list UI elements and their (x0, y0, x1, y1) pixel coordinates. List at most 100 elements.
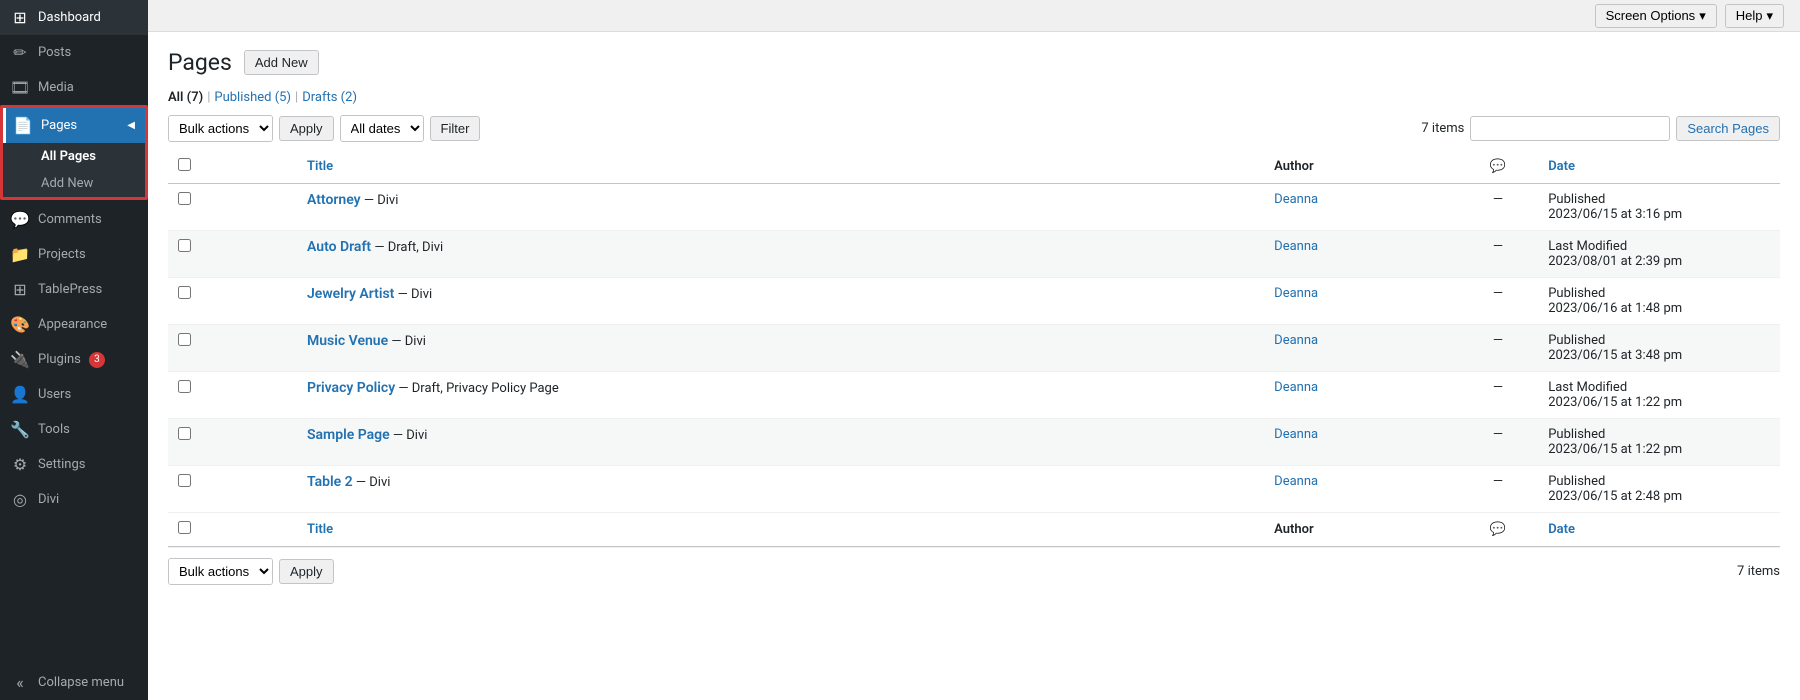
table-row: Sample Page — Divi Deanna — Published 20… (168, 418, 1780, 465)
table-row: Jewelry Artist — Divi Deanna — Published… (168, 277, 1780, 324)
footer-date-link[interactable]: Date (1548, 522, 1575, 537)
sidebar-item-divi[interactable]: ◎ Divi (0, 482, 148, 517)
row-author-link[interactable]: Deanna (1274, 333, 1318, 348)
footer-checkbox-col (168, 512, 297, 546)
row-page-title[interactable]: Privacy Policy (307, 380, 395, 396)
row-author-link[interactable]: Deanna (1274, 192, 1318, 207)
row-comments-cell: — (1458, 418, 1539, 465)
sidebar-item-pages[interactable]: 📄 Pages ◀ (3, 108, 145, 143)
sidebar-item-tools[interactable]: 🔧 Tools (0, 412, 148, 447)
date-sort-link[interactable]: Date (1548, 159, 1575, 174)
table-header-row: Title Author 💬 Date (168, 150, 1780, 184)
users-icon: 👤 (10, 385, 30, 404)
row-author-link[interactable]: Deanna (1274, 380, 1318, 395)
row-checkbox[interactable] (178, 239, 191, 252)
row-date-status: Published (1548, 474, 1605, 489)
row-comments-cell: — (1458, 277, 1539, 324)
sidebar-item-label: Posts (38, 45, 71, 60)
header-date-col[interactable]: Date (1538, 150, 1780, 184)
select-all-checkbox[interactable] (178, 158, 191, 171)
sidebar-item-label: Plugins (38, 352, 81, 367)
sidebar-item-comments[interactable]: 💬 Comments (0, 202, 148, 237)
row-page-title[interactable]: Sample Page (307, 427, 390, 443)
screen-options-chevron-icon: ▾ (1699, 8, 1706, 24)
row-date-status: Published (1548, 427, 1605, 442)
row-author-cell: Deanna (1264, 418, 1457, 465)
sidebar-item-collapse[interactable]: « Collapse menu (0, 665, 148, 700)
row-author-cell: Deanna (1264, 324, 1457, 371)
bulk-actions-select[interactable]: Bulk actions (169, 116, 272, 141)
pages-nav-group: 📄 Pages ◀ All Pages Add New (0, 105, 148, 200)
row-checkbox-cell (168, 418, 297, 465)
pages-icon: 📄 (13, 116, 33, 135)
help-button[interactable]: Help ▾ (1725, 4, 1784, 28)
sidebar-item-users[interactable]: 👤 Users (0, 377, 148, 412)
sidebar-item-settings[interactable]: ⚙ Settings (0, 447, 148, 482)
filter-drafts[interactable]: Drafts (2) (302, 90, 357, 105)
dashboard-icon: ⊞ (10, 8, 30, 27)
row-comments-cell: — (1458, 183, 1539, 230)
help-label: Help (1736, 8, 1763, 23)
row-comments-value: — (1468, 380, 1529, 395)
drafts-count: 2 (345, 90, 352, 105)
row-checkbox[interactable] (178, 286, 191, 299)
sidebar-item-plugins[interactable]: 🔌 Plugins 3 (0, 342, 148, 377)
row-checkbox[interactable] (178, 192, 191, 205)
sidebar-item-posts[interactable]: ✏ Posts (0, 35, 148, 70)
search-input[interactable] (1470, 116, 1670, 141)
row-author-link[interactable]: Deanna (1274, 474, 1318, 489)
row-comments-cell: — (1458, 371, 1539, 418)
add-new-button[interactable]: Add New (244, 50, 319, 75)
sidebar-item-projects[interactable]: 📁 Projects (0, 237, 148, 272)
row-checkbox[interactable] (178, 333, 191, 346)
dates-filter-select[interactable]: All dates (340, 115, 424, 142)
sidebar-item-dashboard[interactable]: ⊞ Dashboard (0, 0, 148, 35)
sidebar-item-appearance[interactable]: 🎨 Appearance (0, 307, 148, 342)
filter-button-top[interactable]: Filter (430, 116, 481, 141)
sidebar-subitem-add-new[interactable]: Add New (3, 170, 145, 197)
sidebar-item-tablepress[interactable]: ⊞ TablePress (0, 272, 148, 307)
row-title-cell: Attorney — Divi (297, 183, 1264, 230)
row-author-cell: Deanna (1264, 277, 1457, 324)
row-title-cell: Table 2 — Divi (297, 465, 1264, 512)
title-sort-link[interactable]: Title (307, 159, 333, 174)
row-page-title[interactable]: Auto Draft (307, 239, 371, 255)
select-all-footer-checkbox[interactable] (178, 521, 191, 534)
bulk-actions-bottom-select[interactable]: Bulk actions (169, 559, 272, 584)
row-author-link[interactable]: Deanna (1274, 286, 1318, 301)
filter-published[interactable]: Published (5) (214, 90, 291, 105)
row-checkbox-cell (168, 230, 297, 277)
row-checkbox[interactable] (178, 474, 191, 487)
footer-date-col[interactable]: Date (1538, 512, 1780, 546)
apply-button-bottom[interactable]: Apply (279, 559, 334, 584)
screen-options-button[interactable]: Screen Options ▾ (1595, 4, 1717, 28)
row-comments-value: — (1468, 333, 1529, 348)
apply-button-top[interactable]: Apply (279, 116, 334, 141)
sidebar-item-media[interactable]: 🎞 Media (0, 70, 148, 105)
row-page-title[interactable]: Attorney (307, 192, 361, 208)
table-footer-row: Title Author 💬 Date (168, 512, 1780, 546)
table-row: Table 2 — Divi Deanna — Published 2023/0… (168, 465, 1780, 512)
footer-title-link[interactable]: Title (307, 522, 333, 537)
filter-all[interactable]: All (7) (168, 90, 203, 105)
row-author-link[interactable]: Deanna (1274, 427, 1318, 442)
search-button[interactable]: Search Pages (1676, 116, 1780, 141)
footer-title-col: Title (297, 512, 1264, 546)
top-toolbar: Bulk actions Apply All dates Filter 7 it… (168, 115, 1780, 142)
table-row: Auto Draft — Draft, Divi Deanna — Last M… (168, 230, 1780, 277)
row-author-link[interactable]: Deanna (1274, 239, 1318, 254)
row-page-title[interactable]: Music Venue (307, 333, 388, 349)
footer-comment-icon: 💬 (1490, 522, 1506, 537)
settings-icon: ⚙ (10, 455, 30, 474)
row-date-cell: Published 2023/06/15 at 1:22 pm (1538, 418, 1780, 465)
row-page-title[interactable]: Jewelry Artist (307, 286, 394, 302)
sidebar-subitem-all-pages[interactable]: All Pages (3, 143, 145, 170)
sidebar-item-label: Media (38, 80, 74, 95)
row-page-title[interactable]: Table 2 (307, 474, 353, 490)
row-title-cell: Privacy Policy — Draft, Privacy Policy P… (297, 371, 1264, 418)
row-checkbox[interactable] (178, 427, 191, 440)
row-checkbox[interactable] (178, 380, 191, 393)
table-row: Music Venue — Divi Deanna — Published 20… (168, 324, 1780, 371)
row-author-cell: Deanna (1264, 465, 1457, 512)
header-title-col: Title (297, 150, 1264, 184)
